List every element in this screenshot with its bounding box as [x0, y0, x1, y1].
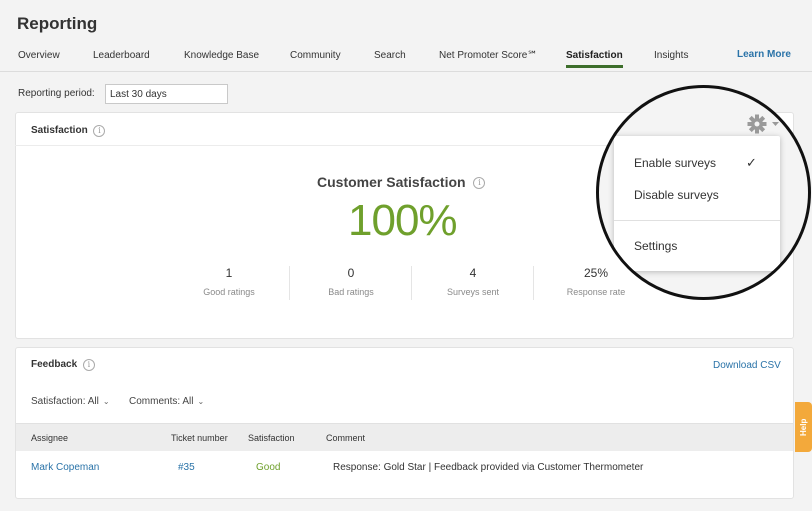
info-icon[interactable]: i	[473, 177, 486, 189]
report-tabs: Overview Leaderboard Knowledge Base Comm…	[0, 49, 812, 70]
feedback-table-header: Assignee Ticket number Satisfaction Comm…	[16, 423, 793, 451]
stat-divider	[533, 266, 534, 300]
download-csv-link[interactable]: Download CSV	[713, 360, 781, 371]
menu-divider	[614, 220, 780, 221]
tab-knowledge-base[interactable]: Knowledge Base	[184, 50, 259, 61]
page-title: Reporting	[17, 14, 98, 33]
satisfaction-filter-dropdown[interactable]: Satisfaction: All ⌄	[31, 396, 110, 407]
ticket-link[interactable]: #35	[178, 462, 195, 473]
stat-surveys-sent: 4 Surveys sent	[413, 266, 533, 297]
column-header-satisfaction[interactable]: Satisfaction	[248, 433, 295, 443]
stat-value: 1	[225, 266, 233, 280]
chevron-down-icon: ⌄	[197, 397, 205, 406]
customer-satisfaction-heading: Customer Satisfaction i	[317, 174, 486, 190]
stat-divider	[289, 266, 290, 300]
stat-label: Bad ratings	[328, 287, 374, 297]
chevron-down-icon: ⌄	[102, 397, 110, 406]
tab-search[interactable]: Search	[374, 50, 406, 61]
stat-bad-ratings: 0 Bad ratings	[291, 266, 411, 297]
satisfaction-filter-label: Satisfaction: All	[31, 396, 99, 407]
stat-value: 0	[347, 266, 355, 280]
menu-item-disable-surveys[interactable]: Disable surveys	[634, 188, 719, 202]
info-icon[interactable]: i	[93, 125, 106, 137]
column-header-comment[interactable]: Comment	[326, 433, 365, 443]
stat-divider	[411, 266, 412, 300]
satisfaction-panel-title: Satisfaction i	[31, 125, 106, 137]
info-icon[interactable]: i	[82, 359, 95, 371]
help-tab[interactable]: Help	[795, 402, 812, 452]
feedback-title-text: Feedback	[31, 359, 78, 370]
tab-net-promoter-score[interactable]: Net Promoter Score℠	[439, 50, 538, 61]
stat-good-ratings: 1 Good ratings	[169, 266, 289, 297]
stat-value: 4	[469, 266, 477, 280]
settings-dropdown-menu: Enable surveys ✓ Disable surveys Setting…	[614, 136, 780, 271]
tabs-divider	[0, 71, 812, 72]
comments-filter-dropdown[interactable]: Comments: All ⌄	[129, 396, 204, 407]
gear-icon	[747, 114, 779, 134]
customer-satisfaction-text: Customer Satisfaction	[317, 174, 466, 190]
assignee-link[interactable]: Mark Copeman	[31, 462, 99, 473]
reporting-period-select[interactable]: Last 30 days	[105, 84, 228, 104]
menu-item-settings[interactable]: Settings	[634, 239, 677, 253]
learn-more-link[interactable]: Learn More	[737, 49, 791, 60]
feedback-panel-title: Feedback i	[31, 359, 95, 371]
column-header-ticket-number[interactable]: Ticket number	[171, 433, 228, 443]
tab-overview[interactable]: Overview	[18, 50, 60, 61]
settings-menu-zoom: Enable surveys ✓ Disable surveys Setting…	[596, 85, 811, 300]
comments-filter-label: Comments: All	[129, 396, 194, 407]
tab-community[interactable]: Community	[290, 50, 341, 61]
stat-label: Surveys sent	[446, 287, 500, 297]
menu-item-enable-surveys[interactable]: Enable surveys	[634, 156, 716, 170]
satisfaction-value: Good	[256, 462, 281, 473]
column-header-assignee[interactable]: Assignee	[31, 433, 68, 443]
tab-insights[interactable]: Insights	[654, 50, 688, 61]
satisfaction-title-text: Satisfaction	[31, 125, 88, 136]
stat-label: Response rate	[566, 287, 626, 297]
stat-label: Good ratings	[203, 287, 255, 297]
comment-text: Response: Gold Star | Feedback provided …	[333, 462, 644, 473]
tab-leaderboard[interactable]: Leaderboard	[93, 50, 150, 61]
tab-satisfaction[interactable]: Satisfaction	[566, 50, 623, 68]
checkmark-icon: ✓	[746, 155, 757, 170]
satisfaction-score: 100%	[348, 196, 458, 245]
reporting-period-label: Reporting period:	[18, 88, 95, 99]
